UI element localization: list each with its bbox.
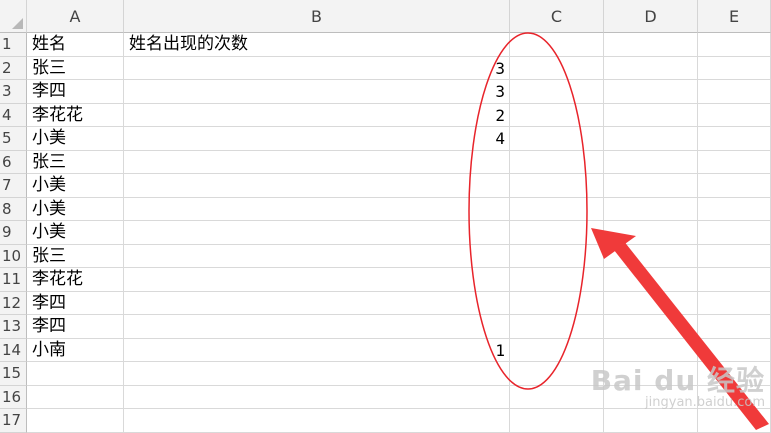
baidu-watermark: Bai du 经验 jingyan.baidu.com [591, 359, 765, 410]
highlight-ellipse [468, 32, 588, 390]
watermark-logo-text: Bai du 经验 [590, 364, 765, 397]
